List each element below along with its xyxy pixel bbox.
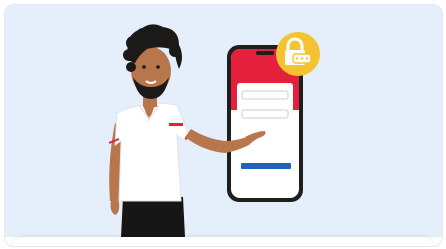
password-field (241, 109, 289, 119)
illustration-card (4, 4, 443, 247)
pants (121, 197, 185, 237)
username-field (241, 90, 289, 100)
phone-notch (256, 51, 274, 55)
hero-illustration (5, 5, 442, 237)
login-button (241, 163, 291, 169)
illustration-svg (108, 24, 320, 237)
lock-password-icon (276, 32, 320, 76)
shirt-pocket (169, 123, 183, 126)
shirt (114, 102, 190, 202)
content-panel (13, 237, 433, 246)
